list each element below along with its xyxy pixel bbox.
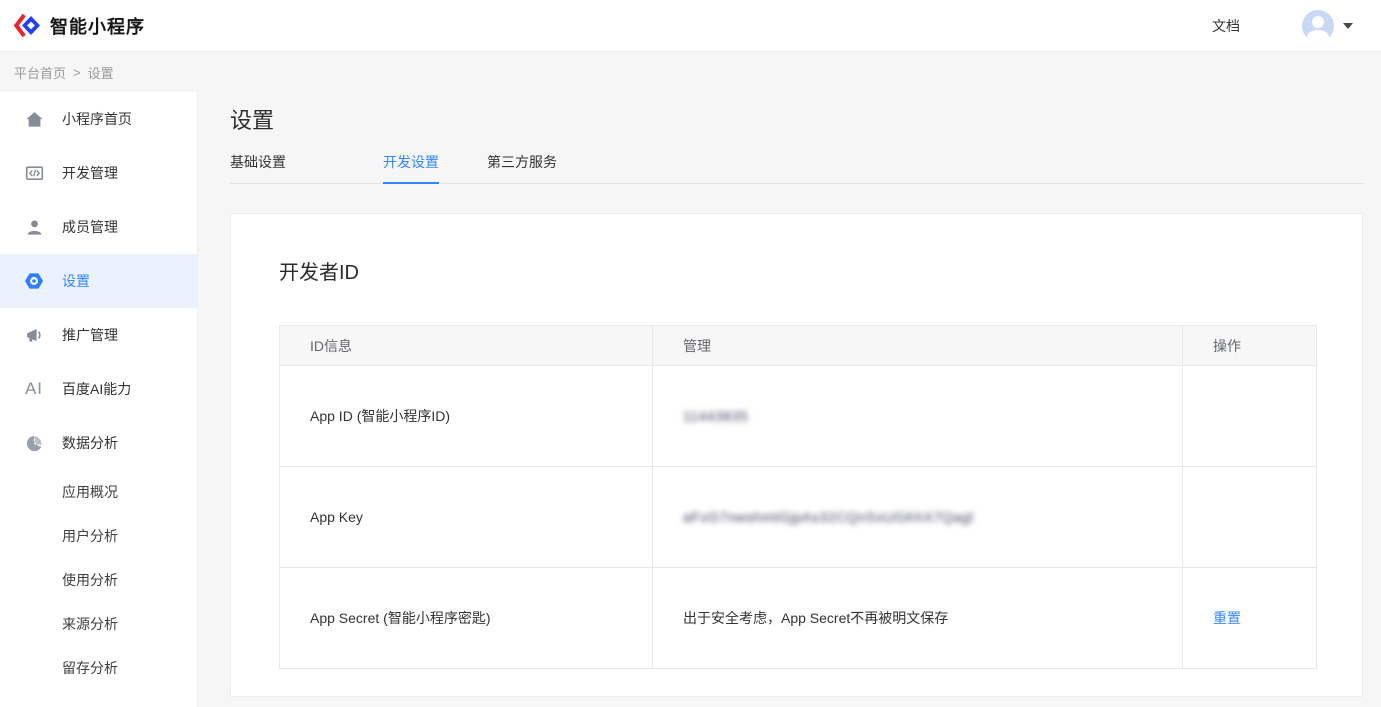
brand-title: 智能小程序: [50, 13, 145, 39]
table-row: App ID (智能小程序ID) 11443835: [280, 366, 1317, 467]
sidebar: 小程序首页 开发管理 成员管理: [0, 92, 198, 707]
sidebar-item-home[interactable]: 小程序首页: [0, 92, 197, 146]
brand-logo[interactable]: 智能小程序: [14, 12, 145, 39]
sidebar-item-settings[interactable]: 设置: [0, 254, 197, 308]
code-icon: [24, 163, 44, 183]
avatar[interactable]: [1302, 10, 1334, 42]
top-header: 智能小程序 文档: [0, 0, 1381, 52]
column-header-id-info: ID信息: [280, 326, 653, 366]
pie-chart-icon: [24, 433, 44, 453]
tab-basic-settings[interactable]: 基础设置: [230, 152, 286, 183]
sidebar-item-label: 小程序首页: [62, 109, 132, 129]
doc-link[interactable]: 文档: [1212, 16, 1240, 36]
page-title: 设置: [230, 103, 274, 135]
home-icon: [24, 109, 44, 129]
app-id-value-redacted: 11443835: [683, 408, 748, 424]
developer-id-card: 开发者ID ID信息 管理 操作 App ID (智能小程序ID) 114438…: [230, 213, 1363, 697]
sidebar-subitem-usage-analysis[interactable]: 使用分析: [0, 558, 197, 602]
settings-tabs: 基础设置 开发设置 第三方服务: [230, 152, 1363, 184]
sidebar-subitem-retention-analysis[interactable]: 留存分析: [0, 646, 197, 690]
table-header-row: ID信息 管理 操作: [280, 326, 1317, 366]
sidebar-item-members[interactable]: 成员管理: [0, 200, 197, 254]
megaphone-icon: [24, 325, 44, 345]
tab-dev-settings[interactable]: 开发设置: [383, 152, 439, 183]
chevron-down-icon[interactable]: [1343, 23, 1353, 29]
section-title: 开发者ID: [279, 256, 1314, 285]
breadcrumb: 平台首页 > 设置: [0, 52, 1381, 92]
column-header-action: 操作: [1183, 326, 1317, 366]
breadcrumb-current: 设置: [88, 63, 114, 82]
sidebar-item-data-analysis[interactable]: 数据分析: [0, 416, 197, 470]
settings-icon: [24, 271, 44, 291]
sidebar-item-promotion[interactable]: 推广管理: [0, 308, 197, 362]
reset-button[interactable]: 重置: [1213, 610, 1241, 626]
app-secret-note: 出于安全考虑，App Secret不再被明文保存: [653, 568, 1183, 669]
row-action-empty: [1183, 366, 1317, 467]
sidebar-subitem-app-overview[interactable]: 应用概况: [0, 470, 197, 514]
row-label-app-key: App Key: [280, 467, 653, 568]
sidebar-item-ai[interactable]: AI 百度AI能力: [0, 362, 197, 416]
smart-miniprogram-logo-icon: [14, 12, 41, 39]
sidebar-item-label: 数据分析: [62, 433, 118, 453]
sidebar-item-label: 设置: [62, 271, 90, 291]
sidebar-item-label: 成员管理: [62, 217, 118, 237]
sidebar-subitem-user-analysis[interactable]: 用户分析: [0, 514, 197, 558]
app-key-value-redacted: aFxG7nwshmtGjpAs32CQnSxUGKhX7Qagl: [683, 509, 973, 525]
sidebar-item-label: 开发管理: [62, 163, 118, 183]
breadcrumb-home[interactable]: 平台首页: [14, 63, 66, 82]
user-menu[interactable]: [1302, 10, 1353, 42]
main-content: 设置 基础设置 开发设置 第三方服务 开发者ID ID信息 管理 操作 App …: [198, 92, 1381, 707]
table-row: App Secret (智能小程序密匙) 出于安全考虑，App Secret不再…: [280, 568, 1317, 669]
row-label-app-secret: App Secret (智能小程序密匙): [280, 568, 653, 669]
sidebar-subitem-source-analysis[interactable]: 来源分析: [0, 602, 197, 646]
row-action-empty: [1183, 467, 1317, 568]
ai-icon: AI: [24, 379, 44, 399]
row-label-app-id: App ID (智能小程序ID): [280, 366, 653, 467]
table-row: App Key aFxG7nwshmtGjpAs32CQnSxUGKhX7Qag…: [280, 467, 1317, 568]
tab-third-party[interactable]: 第三方服务: [487, 152, 557, 183]
developer-id-table: ID信息 管理 操作 App ID (智能小程序ID) 11443835 App…: [279, 325, 1317, 669]
column-header-manage: 管理: [653, 326, 1183, 366]
sidebar-item-dev-manage[interactable]: 开发管理: [0, 146, 197, 200]
sidebar-item-label: 百度AI能力: [62, 379, 131, 399]
breadcrumb-separator: >: [73, 65, 81, 80]
member-icon: [24, 217, 44, 237]
sidebar-item-label: 推广管理: [62, 325, 118, 345]
